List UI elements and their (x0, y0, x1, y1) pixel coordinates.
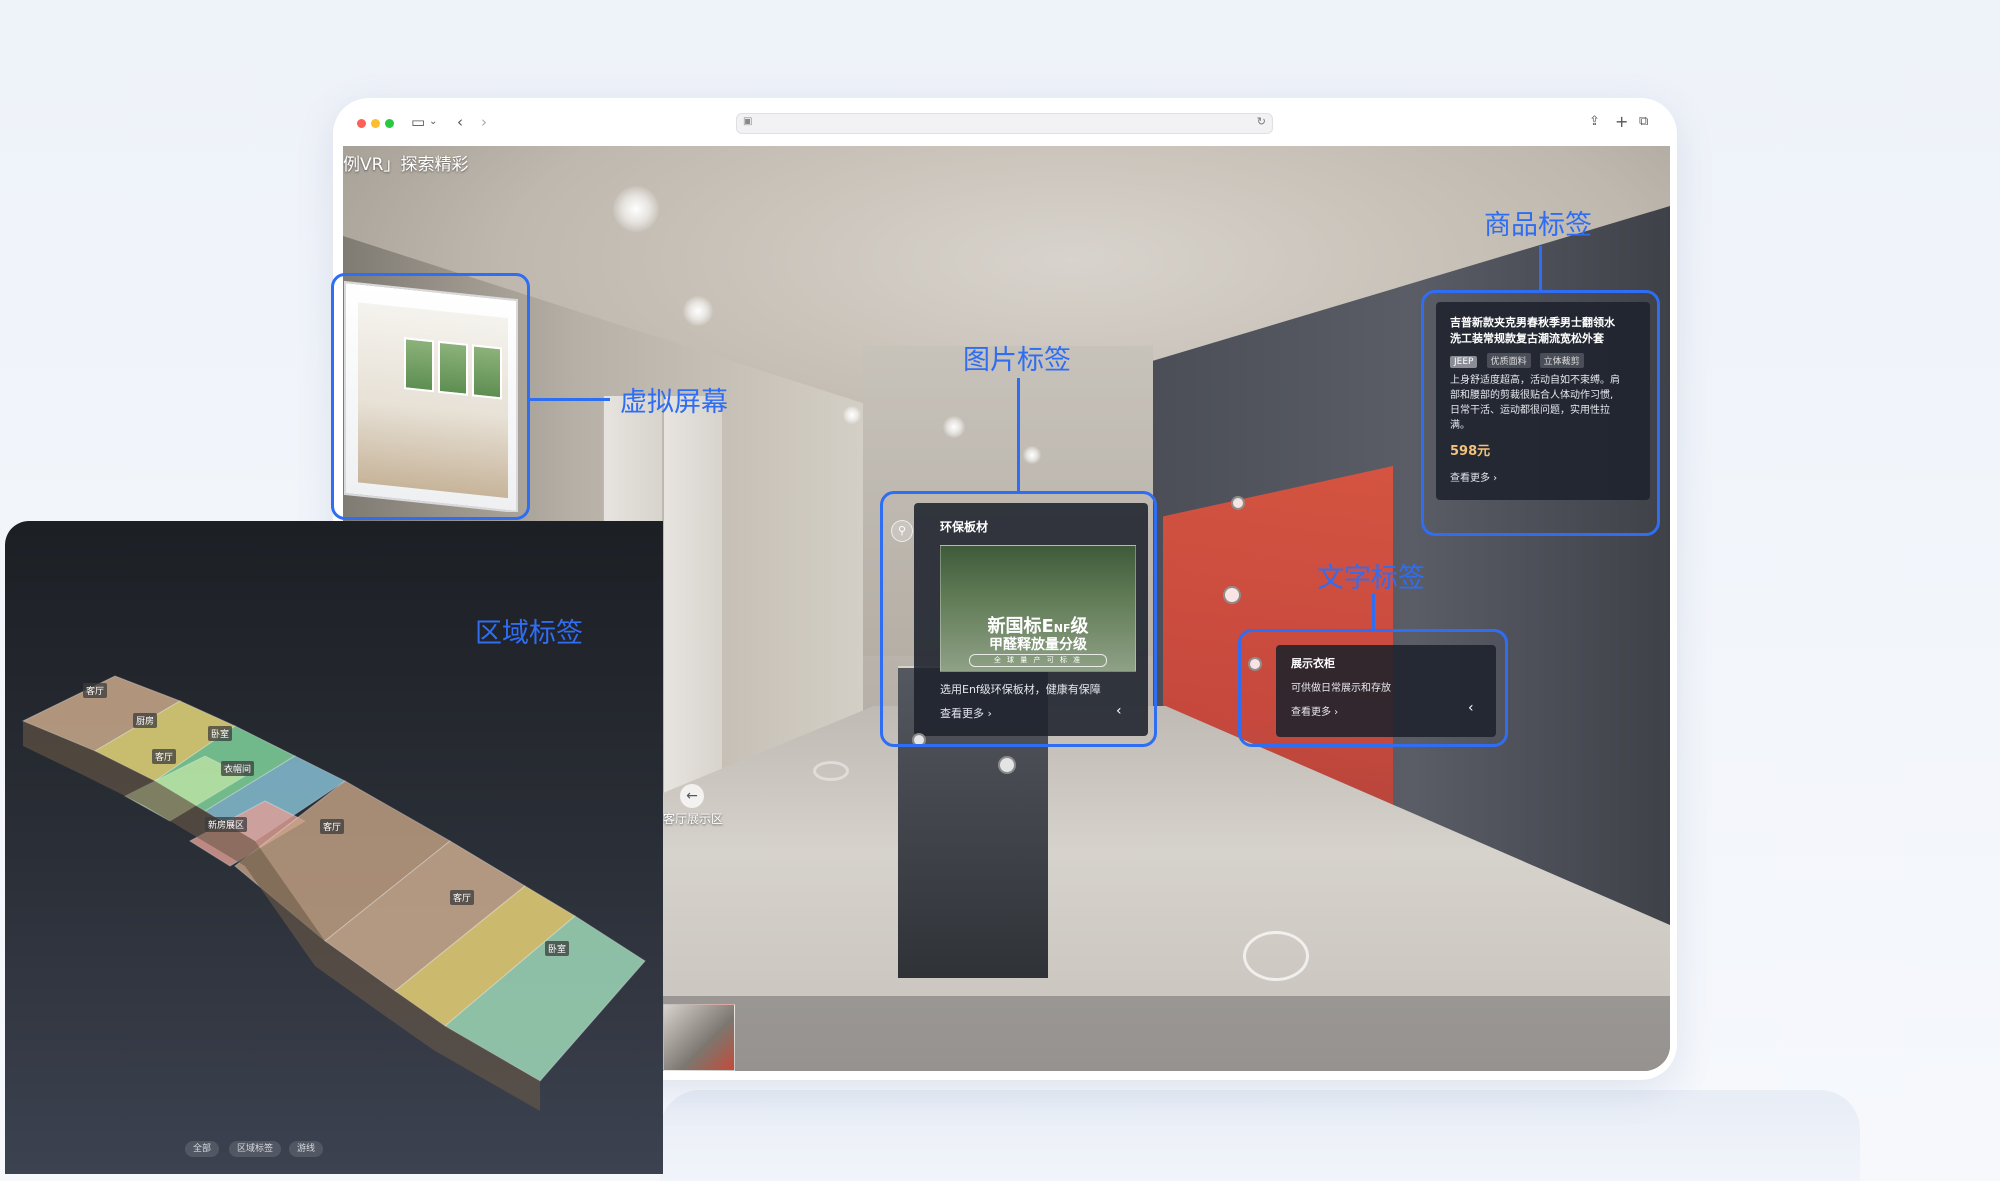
text-tag-highlight (1238, 629, 1508, 747)
tab-area-tags[interactable]: 区域标签 (229, 1141, 282, 1157)
area-label[interactable]: 新房展区 (205, 817, 248, 832)
reload-icon[interactable]: ↻ (1257, 115, 1266, 128)
new-tab-icon[interactable]: + (1615, 112, 1628, 132)
image-tag-highlight (880, 491, 1157, 747)
scene-nav-label[interactable]: 客厅展示区 (663, 810, 723, 827)
image-tag-callout: 图片标签 (963, 345, 1071, 376)
floor-plan-panel[interactable]: 区域标签 客厅 厨房 卧室 客厅 衣帽间 新房展区 客厅 客厅 卧室 全部 区域… (5, 521, 663, 1174)
floor-navigation-ring[interactable] (813, 761, 849, 781)
area-label[interactable]: 卧室 (208, 726, 233, 741)
virtual-screen-highlight (331, 273, 530, 520)
scene-thumbnail[interactable] (663, 1004, 735, 1071)
area-label[interactable]: 客厅 (152, 749, 177, 764)
area-label[interactable]: 卧室 (545, 941, 570, 956)
area-label[interactable]: 客厅 (450, 890, 475, 905)
tabs-overview-icon[interactable]: ⧉ (1639, 112, 1648, 132)
floor-plan-3d-model (21, 675, 646, 1111)
hotspot-marker[interactable] (1231, 496, 1245, 510)
area-label[interactable]: 客厅 (320, 819, 345, 834)
tab-tour-route[interactable]: 游线 (289, 1141, 324, 1157)
minimize-window-button[interactable] (371, 119, 380, 128)
ceiling-light (943, 416, 965, 438)
forward-arrow-icon[interactable]: › (481, 112, 487, 132)
back-arrow-icon[interactable]: ‹ (457, 112, 463, 132)
floor-navigation-ring[interactable] (1243, 931, 1309, 981)
product-tag-callout: 商品标签 (1484, 210, 1592, 241)
callout-connector (530, 398, 610, 401)
text-tag-callout: 文字标签 (1317, 563, 1425, 594)
hotspot-marker[interactable] (998, 756, 1016, 774)
closet-door (663, 396, 722, 816)
area-label[interactable]: 衣帽间 (221, 761, 255, 776)
area-label[interactable]: 客厅 (83, 683, 108, 698)
address-bar[interactable]: ▣ ↻ (736, 113, 1273, 134)
lock-icon: ▣ (743, 116, 753, 127)
ceiling-light (1023, 446, 1041, 464)
ceiling-light (683, 296, 713, 326)
close-window-button[interactable] (357, 119, 366, 128)
callout-connector (1372, 594, 1375, 629)
tab-all[interactable]: 全部 (185, 1141, 220, 1157)
callout-connector (1017, 378, 1020, 491)
background-plate (660, 1090, 1860, 1181)
ceiling-light (613, 186, 659, 232)
virtual-screen-callout: 虚拟屏幕 (620, 387, 728, 418)
area-label[interactable]: 厨房 (133, 713, 158, 728)
callout-connector (1539, 246, 1542, 290)
scene-title: 例VR」探索精彩 (343, 155, 469, 175)
scene-nav-arrow-icon[interactable]: ← (680, 784, 704, 808)
browser-toolbar: ▭ ⌄ ‹ › ▣ ↻ ⇪ + ⧉ (333, 98, 1677, 146)
product-tag-highlight (1421, 290, 1660, 536)
chevron-down-icon[interactable]: ⌄ (429, 112, 437, 132)
ceiling-light (843, 406, 861, 424)
share-icon[interactable]: ⇪ (1589, 112, 1600, 132)
sidebar-toggle-icon[interactable]: ▭ (411, 112, 425, 132)
hotspot-marker[interactable] (1223, 586, 1241, 604)
zoom-window-button[interactable] (385, 119, 394, 128)
